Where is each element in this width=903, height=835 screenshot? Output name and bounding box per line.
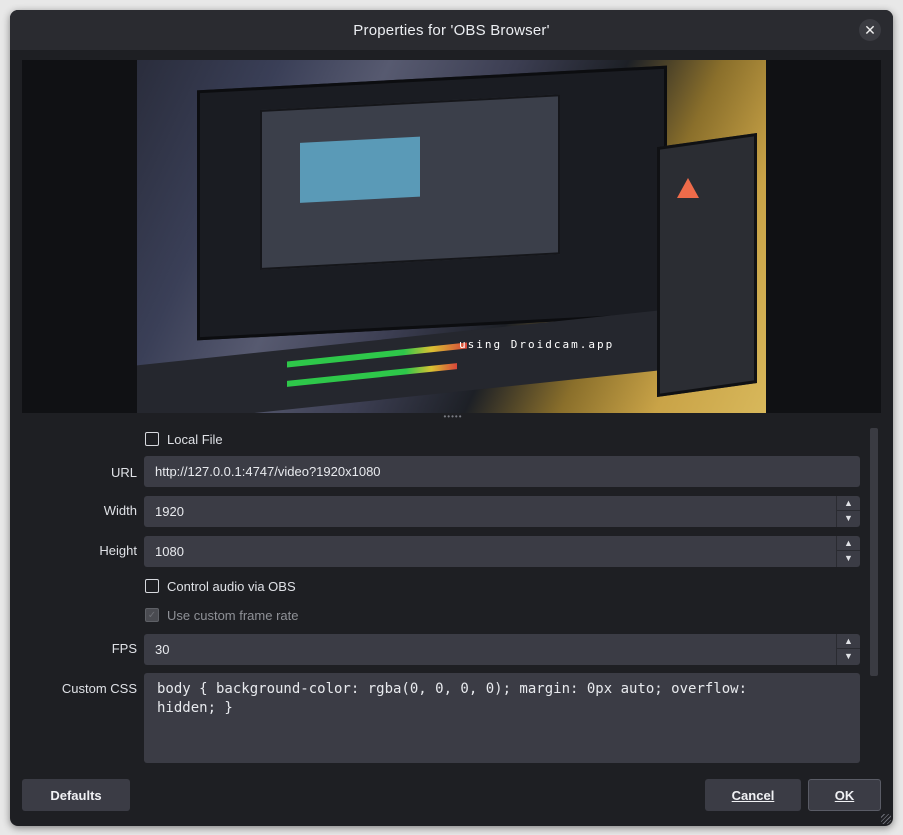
cancel-button[interactable]: Cancel [705, 779, 801, 811]
resize-grip-icon[interactable] [881, 814, 891, 824]
width-value: 1920 [155, 504, 184, 519]
local-file-checkbox[interactable] [145, 432, 159, 446]
chevron-down-icon[interactable]: ▼ [837, 511, 860, 526]
checkmark-icon: ✓ [147, 609, 157, 621]
height-spinbox[interactable]: 1080 ▲ ▼ [144, 536, 860, 567]
close-button[interactable]: ✕ [859, 19, 881, 41]
control-audio-row[interactable]: Control audio via OBS [145, 577, 296, 595]
fps-value: 30 [155, 642, 170, 657]
width-spinbox[interactable]: 1920 ▲ ▼ [144, 496, 860, 527]
chevron-down-icon[interactable]: ▼ [837, 551, 860, 566]
fps-spinbox[interactable]: 30 ▲ ▼ [144, 634, 860, 665]
cancel-label: Cancel [731, 787, 775, 803]
ok-button[interactable]: OK [808, 779, 881, 811]
height-value: 1080 [155, 544, 184, 559]
source-preview: using Droidcam.app [22, 60, 881, 413]
height-label: Height [99, 543, 137, 558]
title-bar: Properties for 'OBS Browser' ✕ [10, 10, 893, 50]
fps-stepper: ▲ ▼ [836, 634, 860, 665]
preview-image: using Droidcam.app [137, 60, 766, 413]
width-label: Width [103, 503, 137, 518]
url-label: URL [110, 465, 137, 480]
height-stepper: ▲ ▼ [836, 536, 860, 567]
width-stepper: ▲ ▼ [836, 496, 860, 527]
splitter-handle[interactable]: ••••• [443, 413, 463, 421]
preview-monitor [197, 65, 667, 341]
preview-side-monitor [657, 132, 757, 398]
scrollbar-thumb[interactable] [870, 428, 878, 676]
custom-css-textarea[interactable]: body { background-color: rgba(0, 0, 0, 0… [144, 673, 860, 763]
close-icon: ✕ [864, 21, 876, 38]
properties-dialog: Properties for 'OBS Browser' ✕ using Dro… [10, 10, 893, 826]
fps-label: FPS [111, 641, 137, 656]
custom-frame-rate-checkbox: ✓ [145, 608, 159, 622]
preview-watermark: using Droidcam.app [459, 338, 615, 351]
dialog-title: Properties for 'OBS Browser' [353, 21, 550, 39]
local-file-row[interactable]: Local File [145, 430, 223, 448]
control-audio-label: Control audio via OBS [167, 578, 296, 594]
defaults-button[interactable]: Defaults [22, 779, 130, 811]
custom-frame-rate-label: Use custom frame rate [167, 607, 299, 623]
local-file-label: Local File [167, 431, 223, 447]
warning-icon [677, 178, 699, 198]
url-input[interactable]: http://127.0.0.1:4747/video?1920x1080 [144, 456, 860, 487]
custom-frame-rate-row: ✓ Use custom frame rate [145, 606, 299, 624]
control-audio-checkbox[interactable] [145, 579, 159, 593]
form-scrollbar[interactable] [869, 428, 879, 775]
custom-css-label: Custom CSS [61, 681, 137, 696]
ok-label: OK [834, 787, 855, 803]
chevron-down-icon[interactable]: ▼ [837, 649, 860, 664]
preview-inner-image [300, 136, 420, 203]
